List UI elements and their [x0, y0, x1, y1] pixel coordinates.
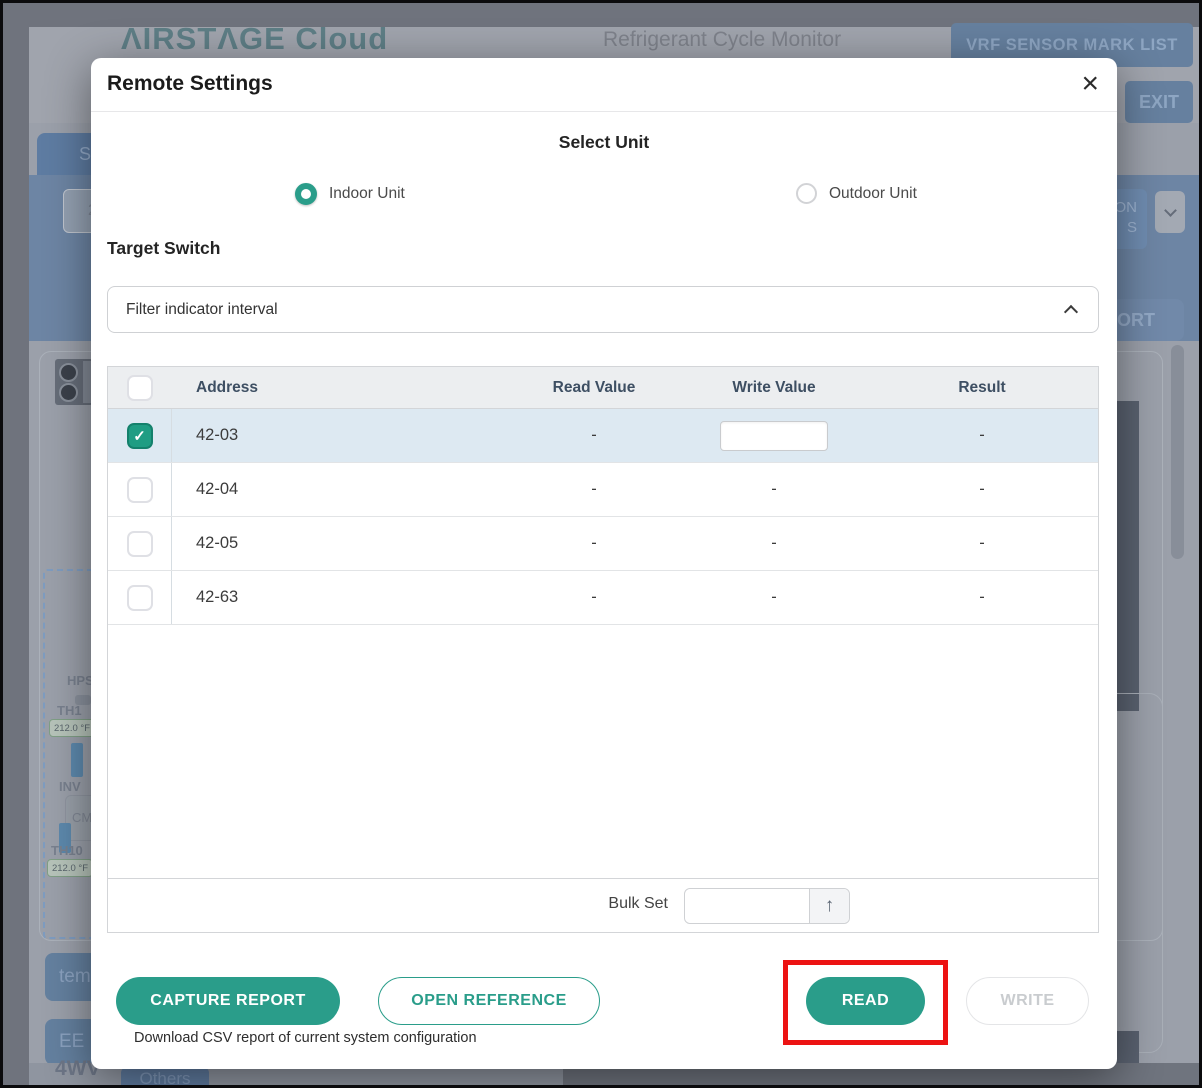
table-row: 42-63 - - - — [108, 571, 1098, 625]
table-header-row: Address Read Value Write Value Result — [108, 367, 1098, 409]
switch-table: Address Read Value Write Value Result ✓ … — [107, 366, 1099, 933]
cell-address: 42-63 — [172, 588, 504, 607]
bulk-set-label: Bulk Set — [603, 895, 668, 913]
write-button[interactable]: WRITE — [966, 977, 1089, 1025]
bulk-set-field: ↑ — [684, 888, 850, 924]
cell-address: 42-03 — [172, 426, 504, 445]
cell-write-value: - — [684, 534, 864, 553]
csv-caption: Download CSV report of current system co… — [134, 1030, 477, 1046]
read-button[interactable]: READ — [806, 977, 925, 1025]
close-icon[interactable]: × — [1081, 66, 1099, 102]
background-dropdown[interactable] — [1155, 191, 1185, 233]
cell-read-value: - — [504, 534, 684, 553]
select-all-checkbox[interactable] — [127, 375, 153, 401]
cell-result: - — [864, 534, 1100, 553]
app-screen: ΛIRSTΛGE Cloud Refrigerant Cycle Monitor… — [0, 0, 1202, 1088]
radio-indoor-label: Indoor Unit — [329, 185, 405, 203]
th10-value-badge: 212.0 °F — [47, 859, 93, 877]
bulk-apply-button[interactable]: ↑ — [809, 889, 849, 923]
radio-outdoor-label: Outdoor Unit — [829, 185, 917, 203]
remote-settings-modal: Remote Settings × Select Unit Indoor Uni… — [91, 58, 1117, 1069]
table-row: ✓ 42-03 - - — [108, 409, 1098, 463]
cell-result: - — [864, 480, 1100, 499]
write-value-input[interactable] — [720, 421, 828, 451]
table-empty-area — [108, 625, 1098, 878]
row-checkbox[interactable] — [127, 585, 153, 611]
tab-others[interactable]: Others — [121, 1067, 209, 1088]
radio-selected-icon — [295, 183, 317, 205]
chart-bar — [1116, 401, 1139, 711]
cell-read-value: - — [504, 426, 684, 445]
cell-result: - — [864, 426, 1100, 445]
airstage-cloud-logo: ΛIRSTΛGE Cloud — [121, 21, 388, 57]
th10-label: TH10 — [51, 843, 83, 858]
modal-header: Remote Settings × — [91, 58, 1117, 112]
arrow-up-icon: ↑ — [825, 895, 835, 917]
pipe-segment — [71, 743, 83, 777]
cell-result: - — [864, 588, 1100, 607]
target-switch-heading: Target Switch — [107, 238, 220, 259]
capture-report-button[interactable]: CAPTURE REPORT — [116, 977, 340, 1025]
col-header-write: Write Value — [684, 379, 864, 397]
col-header-result: Result — [864, 379, 1100, 397]
select-unit-heading: Select Unit — [91, 132, 1117, 153]
open-reference-button[interactable]: OPEN REFERENCE — [378, 977, 600, 1025]
cell-write-value: - — [684, 480, 864, 499]
col-header-address: Address — [172, 379, 504, 397]
modal-title: Remote Settings — [107, 72, 273, 96]
table-row: 42-05 - - - — [108, 517, 1098, 571]
radio-unselected-icon — [796, 183, 817, 204]
dropdown-value: Filter indicator interval — [126, 301, 1066, 319]
bulk-set-input[interactable] — [685, 889, 809, 923]
cell-read-value: - — [504, 588, 684, 607]
th1-value-badge: 212.0 °F — [49, 719, 95, 737]
chevron-up-icon — [1064, 305, 1078, 319]
row-checkbox[interactable] — [127, 477, 153, 503]
cell-address: 42-04 — [172, 480, 504, 499]
cell-read-value: - — [504, 480, 684, 499]
col-header-read: Read Value — [504, 379, 684, 397]
table-row: 42-04 - - - — [108, 463, 1098, 517]
radio-outdoor-unit[interactable]: Outdoor Unit — [796, 183, 917, 204]
hps-label: HPS — [67, 673, 94, 688]
outdoor-unit-icon-side — [83, 361, 91, 403]
radio-indoor-unit[interactable]: Indoor Unit — [295, 183, 405, 205]
row-checkbox-checked[interactable]: ✓ — [127, 423, 153, 449]
target-switch-dropdown[interactable]: Filter indicator interval — [107, 286, 1099, 333]
th1-label: TH1 — [57, 703, 82, 718]
cell-write-value: - — [684, 588, 864, 607]
page-title: Refrigerant Cycle Monitor — [603, 28, 841, 52]
inv-label: INV — [59, 779, 81, 794]
row-checkbox[interactable] — [127, 531, 153, 557]
chevron-down-icon — [1164, 204, 1177, 217]
bulk-set-row: Bulk Set ↑ — [108, 878, 1098, 932]
scrollbar-thumb[interactable] — [1171, 345, 1184, 559]
exit-button[interactable]: EXIT — [1125, 81, 1193, 123]
window-frame-left — [3, 3, 29, 1085]
cell-address: 42-05 — [172, 534, 504, 553]
